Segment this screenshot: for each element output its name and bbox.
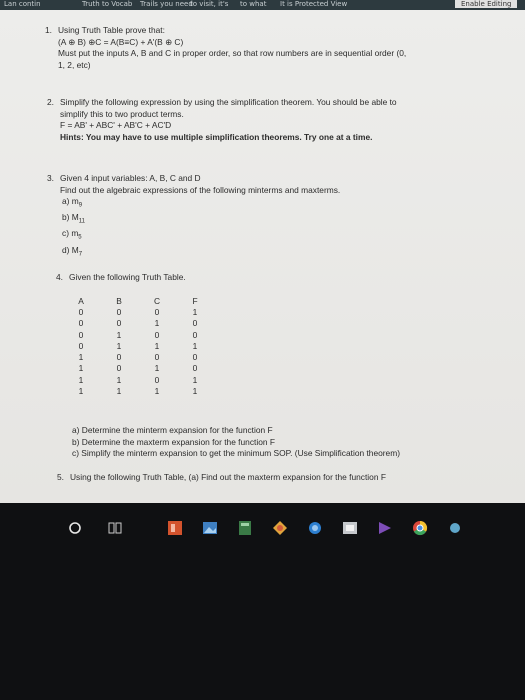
table-cell: 1 <box>116 340 122 351</box>
table-cell: 0 <box>192 329 198 340</box>
question-number: 4. <box>56 272 63 282</box>
question-5: 5. Using the following Truth Table, (a) … <box>57 472 386 484</box>
table-cell: 0 <box>116 352 122 363</box>
table-cell: 1 <box>154 363 160 374</box>
table-cell: 1 <box>116 329 122 340</box>
taskbar-icons <box>65 513 485 543</box>
chrome-icon[interactable] <box>410 519 430 537</box>
table-cell: 1 <box>78 352 84 363</box>
table-cell: 1 <box>192 386 198 397</box>
table-cell: 1 <box>78 374 84 385</box>
table-cell: 0 <box>192 352 198 363</box>
table-cell: 1 <box>78 386 84 397</box>
taskbar <box>0 503 525 700</box>
table-cell: 0 <box>154 374 160 385</box>
onedrive-icon[interactable] <box>305 519 325 537</box>
settings-icon[interactable] <box>445 519 465 537</box>
table-row: 0 0 1 0 <box>62 318 214 329</box>
protected-view-bar: Lan contin Truth to Vocab Trails you nee… <box>0 0 525 10</box>
table-row: 1 0 1 0 <box>62 363 214 374</box>
question-3: 3. Given 4 input variables: A, B, C and … <box>47 173 341 261</box>
question-2-expression: F = AB' + ABC' + AB'C + AC'D <box>60 120 172 130</box>
table-cell: 1 <box>154 386 160 397</box>
top-strip-text-2: Truth to Vocab <box>82 0 133 8</box>
table-row: 0 1 0 0 <box>62 329 214 340</box>
visual-studio-icon[interactable] <box>375 519 395 537</box>
document-page: 1. Using Truth Table prove that: (A ⊕ B)… <box>0 10 525 503</box>
table-cell: 0 <box>154 329 160 340</box>
table-row: 1 1 0 1 <box>62 374 214 385</box>
question-1-title: Using Truth Table prove that: <box>58 25 165 35</box>
store-icon[interactable] <box>340 519 360 537</box>
enable-editing-button[interactable]: Enable Editing <box>455 0 518 8</box>
color-app-icon[interactable] <box>270 519 290 537</box>
question-3-line-2: Find out the algebraic expressions of th… <box>60 184 341 195</box>
table-cell: 1 <box>116 386 122 397</box>
question-number: 2. <box>47 97 54 107</box>
table-cell: 0 <box>192 318 198 329</box>
table-cell: 0 <box>116 363 122 374</box>
question-number: 5. <box>57 472 64 482</box>
powerpoint-icon[interactable] <box>165 519 185 537</box>
question-3-line-1: Given 4 input variables: A, B, C and D <box>60 173 201 183</box>
question-2-line-1: Simplify the following expression by usi… <box>60 97 397 107</box>
top-strip-text-5: to what <box>240 0 267 8</box>
top-strip-text-4: to visit, it's <box>190 0 229 8</box>
photos-icon[interactable] <box>200 519 220 537</box>
table-cell: 0 <box>78 318 84 329</box>
top-strip-text-6: It is Protected View <box>280 0 348 8</box>
table-cell: 1 <box>192 374 198 385</box>
table-cell: 1 <box>78 363 84 374</box>
table-cell: 0 <box>192 363 198 374</box>
header-cell: C <box>153 295 161 306</box>
question-1-note-continued: 1, 2, etc) <box>58 59 91 70</box>
task-view-icon[interactable] <box>105 519 125 537</box>
question-2-line-2: simplify this to two product terms. <box>60 108 184 119</box>
table-row: 1 0 0 0 <box>62 351 214 362</box>
table-cell: 1 <box>192 306 198 317</box>
table-cell: 0 <box>78 340 84 351</box>
table-row: 1 1 1 1 <box>62 385 214 396</box>
question-4-title: Given the following Truth Table. <box>69 272 186 282</box>
question-2: 2. Simplify the following expression by … <box>47 97 397 143</box>
table-cell: 0 <box>78 329 84 340</box>
table-cell: 0 <box>154 352 160 363</box>
top-strip-text-1: Lan contin <box>4 0 41 8</box>
question-5-text: Using the following Truth Table, (a) Fin… <box>70 472 386 482</box>
table-cell: 0 <box>78 306 84 317</box>
question-number: 3. <box>47 173 54 183</box>
table-cell: 0 <box>116 306 122 317</box>
question-1-note: Must put the inputs A, B and C in proper… <box>58 48 407 58</box>
truth-table: A B C F 0001 0010 0100 0111 1000 1010 11… <box>62 295 214 397</box>
table-row: 0 1 1 1 <box>62 340 214 351</box>
header-cell: F <box>192 295 198 306</box>
question-4-parts: a) Determine the minterm expansion for t… <box>72 425 400 460</box>
table-cell: 1 <box>154 318 160 329</box>
question-number: 1. <box>45 25 52 35</box>
question-1-expression: (A ⊕ B) ⊕C = A(B≡C) + A'(B ⊕ C) <box>58 36 184 47</box>
table-cell: 1 <box>116 374 122 385</box>
cortana-icon[interactable] <box>65 519 85 537</box>
question-4-part-c: c) Simplify the minterm expansion to get… <box>72 448 400 458</box>
table-cell: 0 <box>116 318 122 329</box>
question-4-part-b: b) Determine the maxterm expansion for t… <box>72 436 275 447</box>
calculator-icon[interactable] <box>235 519 255 537</box>
question-4: 4. Given the following Truth Table. <box>56 272 186 284</box>
truth-table-header: A B C F <box>62 295 214 306</box>
question-4-part-a: a) Determine the minterm expansion for t… <box>72 425 273 435</box>
question-1: 1. Using Truth Table prove that: (A ⊕ B)… <box>45 25 407 71</box>
top-strip-text-3: Trails you need <box>140 0 193 8</box>
question-3-item-c: c) m5 <box>62 228 82 242</box>
question-3-item-b: b) M11 <box>62 212 85 225</box>
header-cell: B <box>116 295 122 306</box>
question-2-hint: Hints: You may have to use multiple simp… <box>60 131 373 142</box>
table-row: 0 0 0 1 <box>62 306 214 317</box>
table-cell: 1 <box>192 340 198 351</box>
header-cell: A <box>78 295 84 306</box>
table-cell: 1 <box>154 340 160 351</box>
question-3-item-d: d) M7 <box>62 244 83 258</box>
question-3-item-a: a) m9 <box>62 196 83 209</box>
table-cell: 0 <box>154 306 160 317</box>
